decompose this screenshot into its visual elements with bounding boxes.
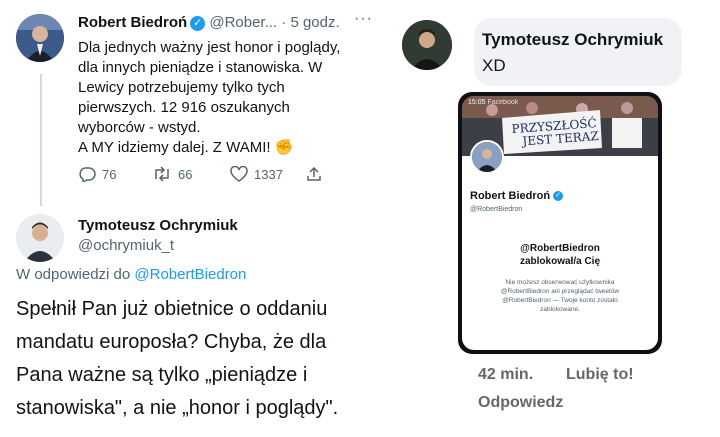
- blocked-description: Nie możesz obserwować użytkownika @Rober…: [462, 278, 658, 314]
- verified-badge-icon: ✓: [553, 191, 564, 202]
- blocked-desc-line: @RobertBiedron ani przeglądać tweetów: [500, 288, 620, 295]
- retweet-icon: [155, 166, 169, 182]
- heart-icon: [230, 166, 248, 182]
- blocked-desc-line: @RobertBiedron — Twoje konto zostało: [502, 297, 618, 304]
- tweet-line: dla innych pieniądze i stanowiska. W: [78, 59, 323, 76]
- retweet-action[interactable]: 66: [152, 166, 192, 182]
- blocked-desc-line: Nie możesz obserwować użytkownika: [505, 279, 615, 286]
- status-app: Facebook: [487, 99, 519, 106]
- profile-avatar: [470, 140, 504, 174]
- tweet-author-handle[interactable]: @Rober...: [209, 14, 277, 31]
- tweet-line: Dla jednych ważny jest honor i poglądy,: [78, 39, 341, 56]
- tweet-line: pierwszych. 12 916 oszukanych: [78, 99, 290, 116]
- tweet-line: A MY idziemy dalej. Z WAMI! ✊: [78, 139, 294, 156]
- reply-action[interactable]: 76: [78, 166, 116, 182]
- reply-author-name[interactable]: Tymoteusz Ochrymiuk: [78, 216, 238, 236]
- reply-author-handle[interactable]: @ochrymiuk_t: [78, 236, 238, 256]
- reply-text: Spełnił Pan już obietnice o oddaniu mand…: [16, 293, 338, 425]
- reply-to-link[interactable]: @RobertBiedron: [134, 266, 246, 283]
- reply-line: Spełnił Pan już obietnice o oddaniu: [16, 298, 328, 320]
- comment-text: XD: [482, 56, 506, 75]
- comment-author-name[interactable]: Tymoteusz Ochrymiuk: [482, 30, 663, 50]
- thread-line: [40, 74, 42, 206]
- like-action[interactable]: 1337: [230, 166, 283, 182]
- comment-time[interactable]: 42 min.: [478, 366, 533, 384]
- blocked-title-2: zablokował/a Cię: [519, 256, 601, 267]
- reply-link[interactable]: Odpowiedz: [478, 394, 563, 412]
- share-action[interactable]: [306, 166, 322, 182]
- blocked-title-1: @RobertBiedron: [520, 243, 600, 254]
- reply-icon: [79, 167, 96, 182]
- profile-name: Robert Biedroń: [470, 190, 551, 202]
- tweet-author-name[interactable]: Robert Biedroń: [78, 14, 187, 31]
- share-icon: [307, 166, 321, 181]
- verified-badge-icon: ✓: [190, 15, 206, 31]
- ochrymiuk-avatar[interactable]: [16, 214, 64, 262]
- commenter-avatar[interactable]: [402, 20, 452, 70]
- reply-line: mandatu europosła? Chyba, że dla: [16, 331, 327, 353]
- reply-line: stanowiska", a nie „honor i poglądy".: [16, 397, 339, 419]
- tweet-line: Lewicy potrzebujemy tylko tych: [78, 79, 285, 96]
- reply-count: 76: [102, 166, 117, 182]
- like-count: 1337: [254, 166, 283, 182]
- tweet-line: wyborców - wstyd.: [78, 119, 201, 136]
- status-time: 15:05: [468, 99, 486, 106]
- reply-to-prefix: W odpowiedzi do: [16, 266, 131, 283]
- reply-line: Pana ważne są tylko „pieniądze i: [16, 364, 308, 386]
- retweet-count: 66: [178, 166, 193, 182]
- tweet-text: Dla jednych ważny jest honor i poglądy, …: [78, 38, 340, 158]
- biedron-avatar[interactable]: [16, 14, 64, 62]
- more-dots-icon[interactable]: ···: [354, 10, 373, 28]
- like-link[interactable]: Lubię to!: [566, 366, 634, 384]
- tweet-time[interactable]: · 5 godz.: [281, 14, 339, 31]
- blocked-desc-line: zablokowane.: [540, 306, 580, 313]
- attached-screenshot[interactable]: 15:05 Facebook PRZYSZŁOŚĆ JEST TERAZ Rob…: [458, 92, 662, 354]
- profile-handle: @RobertBiedron: [470, 206, 523, 213]
